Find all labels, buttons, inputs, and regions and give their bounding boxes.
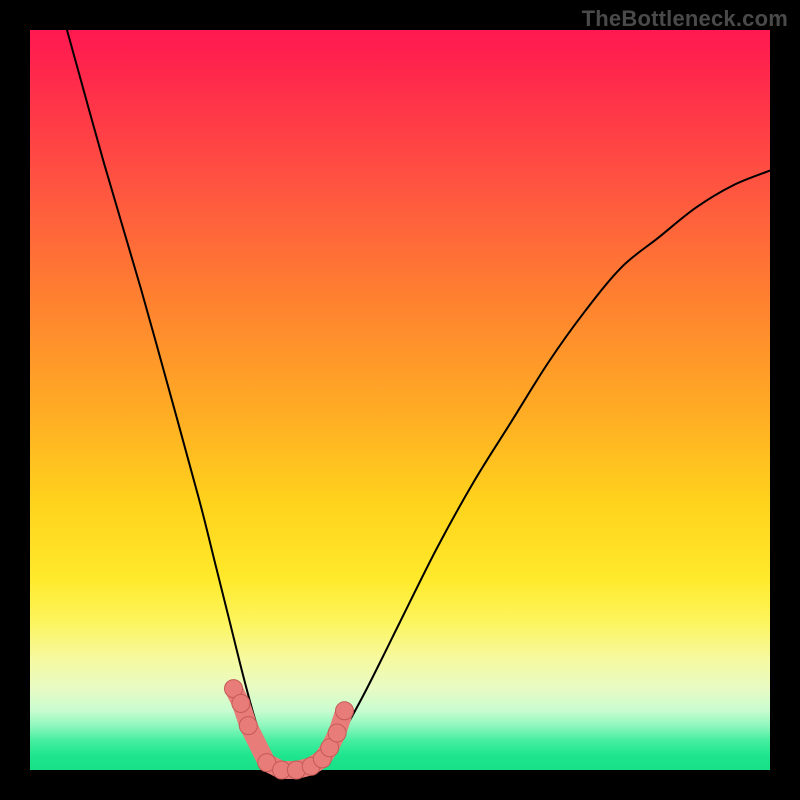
dot (232, 694, 250, 712)
dot (239, 717, 257, 735)
dot (336, 702, 354, 720)
near-bottom-dots (225, 680, 354, 779)
bottleneck-curve (67, 30, 770, 771)
watermark-text: TheBottleneck.com (582, 6, 788, 32)
plot-svg (30, 30, 770, 770)
dot (328, 724, 346, 742)
gradient-panel (30, 30, 770, 770)
chart-stage: TheBottleneck.com (0, 0, 800, 800)
curve-path (67, 30, 770, 771)
